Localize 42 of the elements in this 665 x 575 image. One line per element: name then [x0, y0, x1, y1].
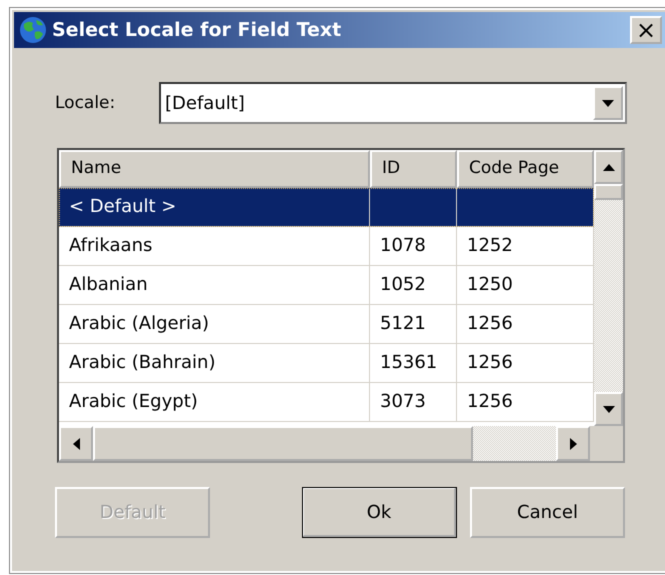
vertical-scrollbar[interactable] — [594, 150, 623, 426]
window-title: Select Locale for Field Text — [52, 19, 342, 41]
table-cell: Arabic (Egypt) — [69, 391, 198, 412]
table-row[interactable]: Albanian 1052 1250 — [59, 266, 594, 305]
column-header[interactable]: ID — [370, 150, 457, 188]
table-row[interactable]: Arabic (Egypt) 3073 1256 — [59, 383, 594, 422]
down-arrow-icon[interactable] — [602, 406, 614, 412]
table-cell: 1256 — [467, 352, 513, 373]
table-cell: 1250 — [467, 274, 513, 295]
table-row[interactable]: Afrikaans 1078 1252 — [59, 227, 594, 266]
scrollbar-thumb[interactable] — [594, 184, 623, 200]
locale-label: Locale: — [55, 93, 116, 113]
table-cell: 3073 — [380, 391, 426, 412]
table-cell: 1256 — [467, 391, 513, 412]
table-cell: 1078 — [380, 235, 426, 256]
dropdown-button[interactable] — [593, 86, 623, 120]
table-row[interactable]: < Default > — [59, 188, 594, 227]
cancel-button[interactable]: Cancel — [470, 487, 625, 538]
ok-button[interactable]: Ok — [302, 487, 457, 538]
locale-dropdown[interactable]: [Default] — [159, 82, 627, 124]
table-cell: 1256 — [467, 313, 513, 334]
column-header[interactable]: Name — [59, 150, 370, 188]
globe-icon — [18, 15, 48, 45]
table-cell: Albanian — [69, 274, 148, 295]
right-arrow-icon[interactable] — [570, 438, 576, 450]
horizontal-scrollbar[interactable] — [59, 426, 623, 461]
table-cell: Arabic (Bahrain) — [69, 352, 216, 373]
table-cell: 5121 — [380, 313, 426, 334]
up-arrow-icon[interactable] — [602, 164, 614, 170]
table-cell: < Default > — [69, 196, 176, 217]
table-row[interactable]: Arabic (Bahrain) 15361 1256 — [59, 344, 594, 383]
table-cell: 15361 — [380, 352, 438, 373]
table-cell: Afrikaans — [69, 235, 152, 256]
table-row[interactable]: Arabic (Algeria) 5121 1256 — [59, 305, 594, 344]
table-cell: 1252 — [467, 235, 513, 256]
close-button[interactable]: × — [630, 16, 662, 44]
scrollbar-thumb[interactable] — [93, 426, 473, 461]
column-header[interactable]: Code Page — [457, 150, 594, 188]
left-arrow-icon[interactable] — [72, 438, 80, 450]
table-cell: Arabic (Algeria) — [69, 313, 210, 334]
caret-icon — [602, 100, 614, 106]
table-cell: 1052 — [380, 274, 426, 295]
